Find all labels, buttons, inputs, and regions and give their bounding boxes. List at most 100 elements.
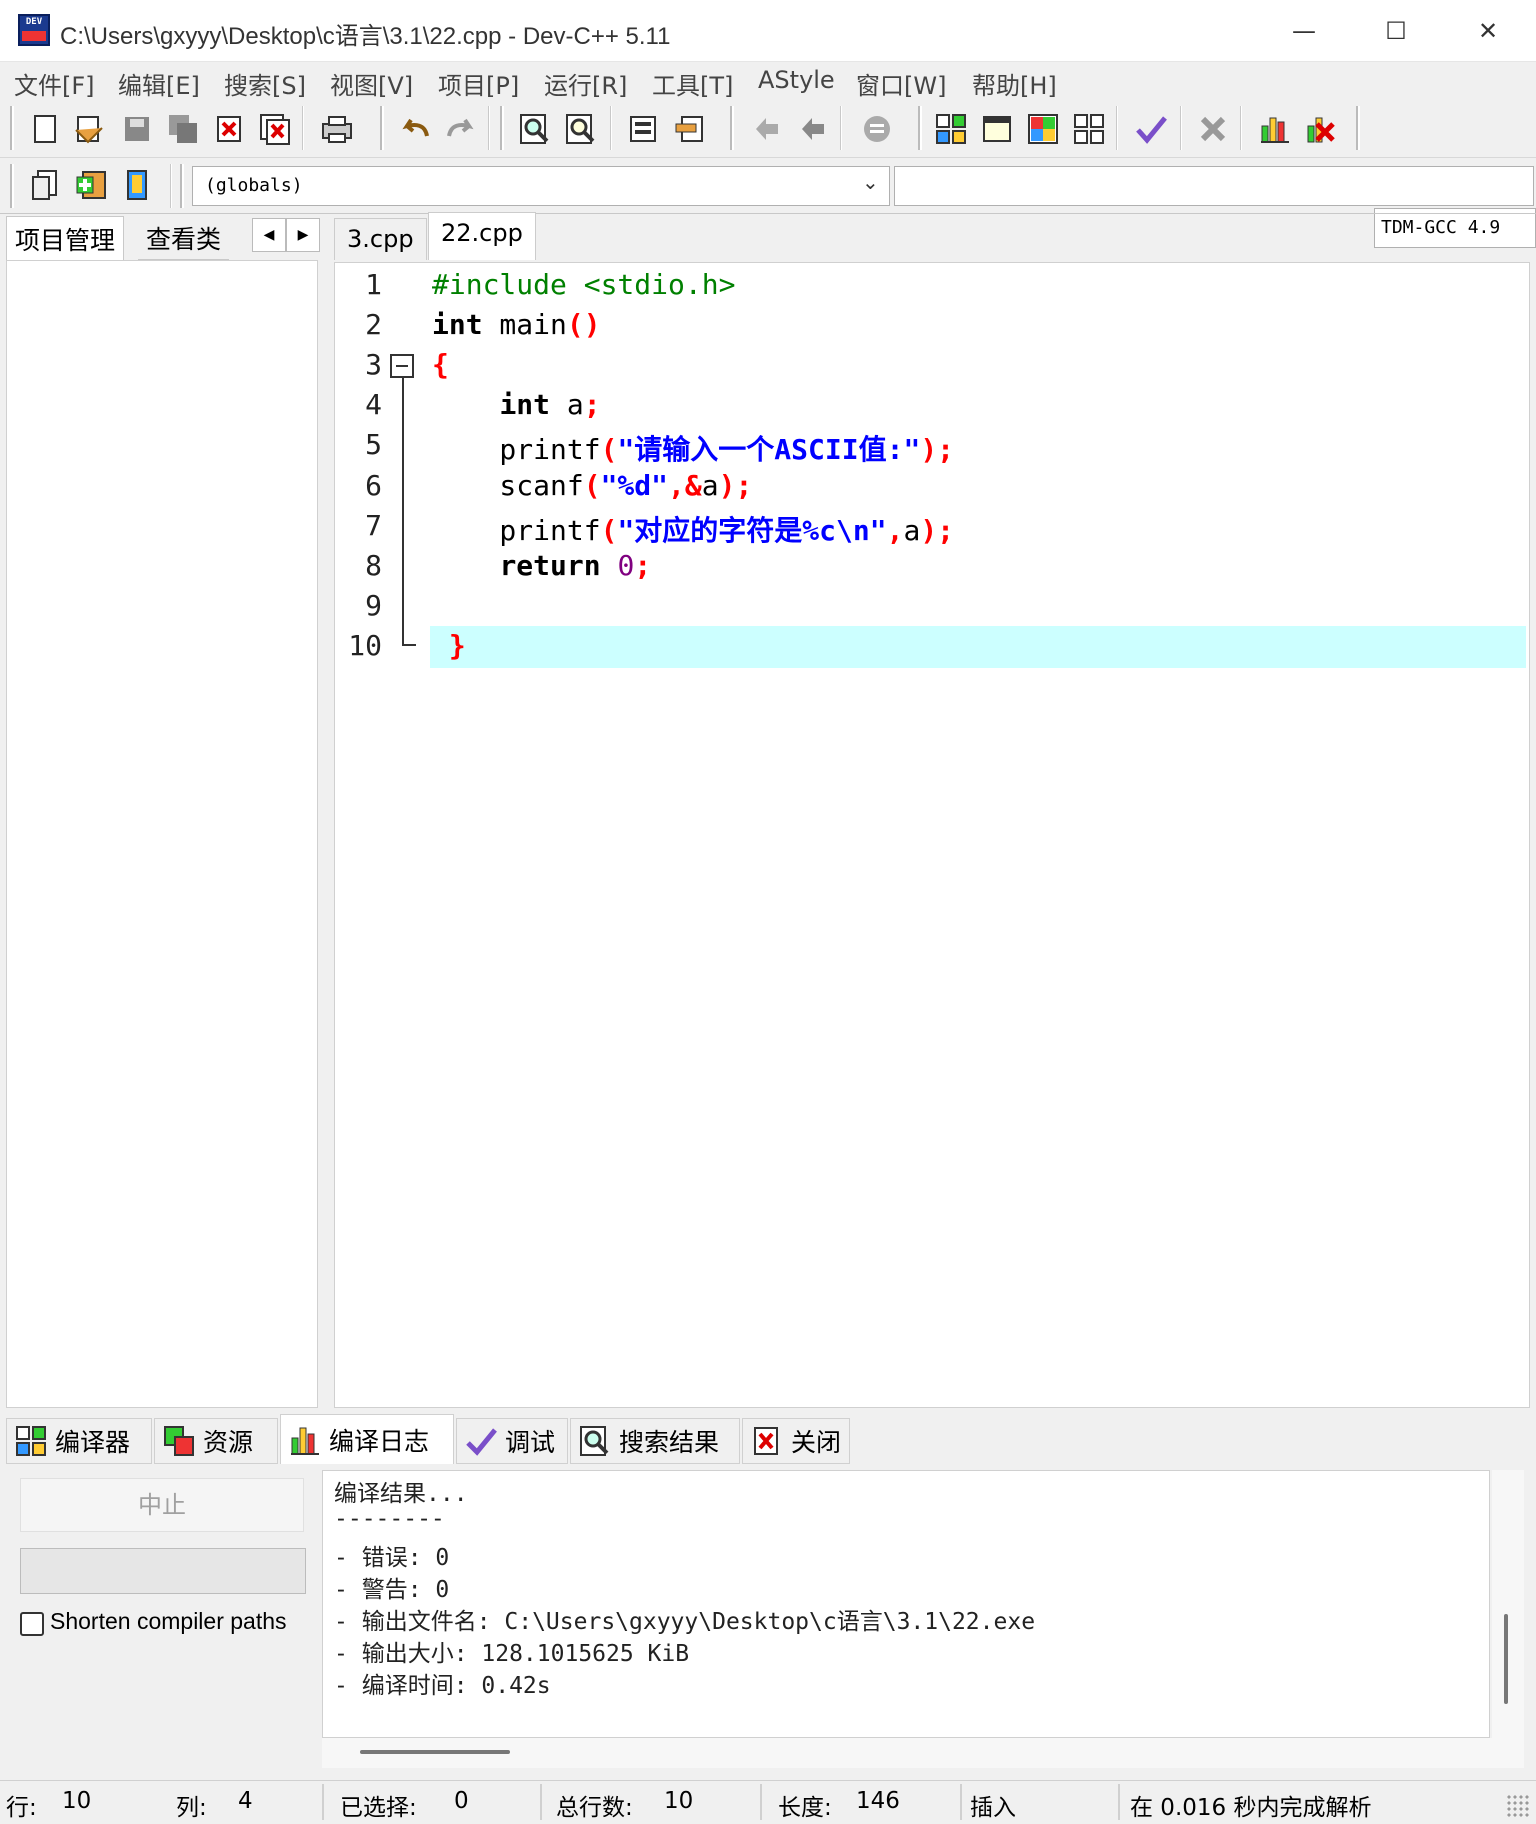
code-token: ( — [600, 513, 618, 547]
save-icon[interactable] — [120, 112, 154, 146]
code-token: int — [499, 388, 551, 422]
stop-icon[interactable] — [1196, 112, 1230, 146]
toolbar-grip[interactable] — [10, 164, 14, 208]
tab-scroll-right-button[interactable]: ▶ — [286, 218, 320, 252]
check-syntax-icon[interactable] — [1134, 112, 1168, 146]
tab-class-browser[interactable]: 查看类 — [138, 216, 230, 260]
fold-guide — [402, 378, 404, 644]
resize-grip-icon[interactable] — [1506, 1794, 1530, 1818]
tab-compile-log[interactable]: 编译日志 — [280, 1414, 454, 1464]
tab-22cpp[interactable]: 22.cpp — [428, 212, 536, 260]
menu-window[interactable]: 窗口[W] — [856, 66, 946, 101]
compile-run-icon[interactable] — [1026, 112, 1060, 146]
main-toolbar: TDM-GCC 4.9 — [0, 100, 1536, 248]
toolbar-grip[interactable] — [730, 106, 734, 150]
code-token: ; — [634, 548, 652, 582]
code-token: printf — [432, 513, 601, 547]
indent-icon[interactable] — [626, 112, 660, 146]
compile-log-chart-icon — [289, 1424, 321, 1456]
code-token: ); — [920, 433, 955, 467]
maximize-button[interactable]: ☐ — [1350, 0, 1442, 62]
code-token: a — [903, 513, 921, 547]
menu-edit[interactable]: 编辑[E] — [118, 66, 200, 101]
status-selected-label: 已选择: — [340, 1795, 417, 1821]
remove-from-project-icon[interactable] — [120, 168, 154, 202]
close-file-icon[interactable] — [212, 112, 246, 146]
toolbar-grip[interactable] — [180, 164, 184, 208]
chevron-down-icon[interactable]: ⌄ — [862, 170, 879, 194]
compiler-select[interactable]: TDM-GCC 4.9 — [1374, 208, 1536, 248]
goto-forward-icon[interactable] — [796, 112, 830, 146]
shorten-paths-checkbox[interactable] — [20, 1612, 44, 1636]
tab-debug[interactable]: 调试 — [456, 1418, 568, 1464]
code-token: main — [482, 308, 567, 342]
tab-project-manager[interactable]: 项目管理 — [6, 216, 125, 260]
save-all-icon[interactable] — [166, 112, 200, 146]
secondary-toolbar: (globals) ⌄ — [0, 158, 1536, 214]
delete-profile-icon[interactable] — [1304, 112, 1338, 146]
open-file-icon[interactable] — [72, 112, 106, 146]
profile-icon[interactable] — [1258, 112, 1292, 146]
code-token: ; — [583, 388, 601, 422]
log-vertical-scrollbar[interactable] — [1492, 1470, 1524, 1738]
code-line: } — [432, 629, 466, 669]
abort-compilation-button[interactable]: 中止 — [20, 1478, 304, 1532]
code-token: int — [432, 308, 483, 342]
menu-project[interactable]: 项目[P] — [438, 66, 519, 101]
scope-select[interactable]: (globals) — [192, 166, 890, 206]
toolbar-grip[interactable] — [918, 106, 922, 150]
tab-resources[interactable]: 资源 — [154, 1418, 278, 1464]
rebuild-icon[interactable] — [1072, 112, 1106, 146]
run-icon[interactable] — [980, 112, 1014, 146]
status-total-lines-value: 10 — [664, 1788, 694, 1814]
toolbar-grip[interactable] — [380, 106, 384, 150]
menu-file[interactable]: 文件[F] — [14, 66, 95, 101]
replace-icon[interactable] — [564, 112, 598, 146]
undo-icon[interactable] — [398, 112, 432, 146]
add-to-project-icon[interactable] — [74, 168, 108, 202]
tab-compiler[interactable]: 编译器 — [6, 1418, 152, 1464]
debug-check-icon — [465, 1425, 497, 1457]
log-vertical-scroll-thumb[interactable] — [1504, 1614, 1508, 1704]
tab-search-results[interactable]: 搜索结果 — [570, 1418, 740, 1464]
code-token: scanf — [432, 468, 584, 502]
tab-close-panel[interactable]: 关闭 — [742, 1418, 850, 1464]
new-file-icon[interactable] — [28, 112, 62, 146]
code-token: "对应的字符是%c\n" — [617, 513, 887, 547]
log-horizontal-scroll-thumb[interactable] — [360, 1750, 510, 1754]
new-project-icon[interactable] — [28, 168, 62, 202]
menu-tools[interactable]: 工具[T] — [652, 66, 733, 101]
minimize-button[interactable]: — — [1258, 0, 1350, 62]
log-line: 编译结果... — [334, 1481, 468, 1507]
goto-back-icon[interactable] — [750, 112, 784, 146]
bookmark-icon[interactable] — [860, 112, 894, 146]
find-icon[interactable] — [518, 112, 552, 146]
toolbar-separator — [1180, 106, 1182, 150]
fold-guide-end — [402, 644, 416, 646]
log-line: - 输出大小: 128.1015625 KiB — [334, 1641, 690, 1667]
menu-view[interactable]: 视图[V] — [330, 66, 413, 101]
redo-icon[interactable] — [444, 112, 478, 146]
close-button[interactable]: ✕ — [1442, 0, 1534, 62]
compile-icon[interactable] — [934, 112, 968, 146]
toolbar-grip[interactable] — [1356, 106, 1360, 150]
code-token: } — [448, 628, 466, 662]
fold-collapse-icon[interactable] — [390, 354, 414, 378]
log-line: - 警告: 0 — [334, 1577, 450, 1603]
print-icon[interactable] — [320, 112, 354, 146]
unindent-icon[interactable] — [672, 112, 706, 146]
toolbar-grip[interactable] — [500, 106, 504, 150]
tab-scroll-left-button[interactable]: ◀ — [252, 218, 286, 252]
menu-help[interactable]: 帮助[H] — [972, 66, 1057, 101]
menu-search[interactable]: 搜索[S] — [224, 66, 306, 101]
tab-3cpp[interactable]: 3.cpp — [334, 218, 427, 260]
menu-run[interactable]: 运行[R] — [544, 66, 627, 101]
project-tree[interactable] — [6, 260, 318, 1408]
close-all-icon[interactable] — [258, 112, 292, 146]
menu-astyle[interactable]: AStyle — [758, 66, 835, 94]
toolbar-grip[interactable] — [10, 106, 14, 150]
function-search-input[interactable] — [894, 166, 1534, 206]
shorten-paths-label[interactable]: Shorten compiler paths — [50, 1608, 287, 1635]
